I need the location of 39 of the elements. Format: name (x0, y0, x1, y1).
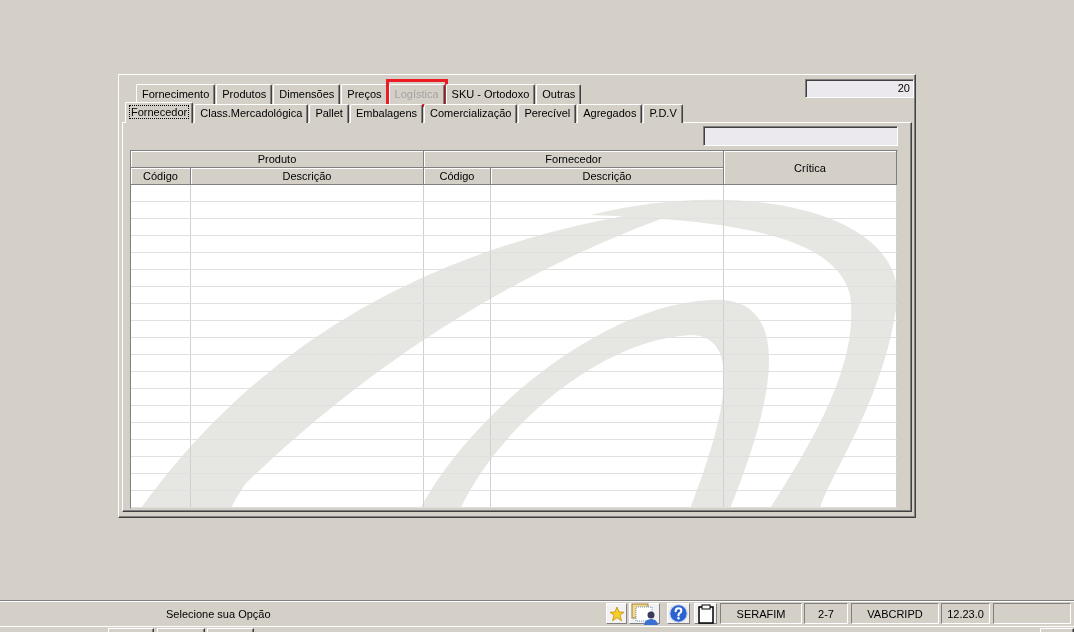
tab[interactable]: Preços (341, 84, 388, 104)
star-icon (608, 605, 625, 622)
tab[interactable]: Pallet (309, 104, 349, 123)
taskbar-button[interactable] (108, 628, 154, 632)
tab[interactable]: Class.Mercadológica (194, 104, 309, 123)
favorites-button[interactable] (606, 603, 627, 624)
tab[interactable]: Fornecedor (125, 102, 194, 123)
taskbar-button[interactable] (207, 628, 254, 632)
column-group-header: Fornecedor (424, 151, 724, 168)
tab[interactable]: Agregados (577, 104, 643, 123)
taskbar-button[interactable] (1040, 628, 1074, 632)
column-header[interactable]: Código (131, 168, 191, 185)
tab[interactable]: Outras (536, 84, 582, 104)
tab[interactable]: Perecível (518, 104, 577, 123)
tab[interactable]: Embalagens (349, 104, 424, 123)
tab[interactable]: Comercialização (424, 104, 518, 123)
column-header[interactable]: Descrição (191, 168, 424, 185)
status-field: VABCRIPD (851, 603, 939, 624)
column-group-header: Crítica (724, 151, 897, 185)
user-button[interactable] (629, 603, 660, 624)
tab[interactable]: Dimensões (273, 84, 341, 104)
record-count-field[interactable]: 20 (805, 79, 914, 98)
tab[interactable]: Fornecimento (136, 84, 216, 104)
clipboard-icon (697, 603, 714, 624)
tab[interactable]: Produtos (216, 84, 273, 104)
status-field: 12.23.0 (941, 603, 990, 624)
clipboard-button[interactable] (694, 603, 717, 624)
status-message: Selecione sua Opção (166, 608, 271, 620)
column-header[interactable]: Descrição (491, 168, 724, 185)
status-field: 2-7 (804, 603, 848, 624)
tab[interactable]: SKU - Ortodoxo (445, 84, 536, 104)
help-button[interactable] (667, 603, 690, 624)
help-icon (669, 604, 688, 623)
taskbar-button[interactable] (157, 628, 205, 632)
column-header[interactable]: Código (424, 168, 491, 185)
column-group-header: Produto (131, 151, 424, 168)
filter-field[interactable] (703, 126, 898, 146)
status-field: SERAFIM (720, 603, 802, 624)
tab[interactable]: P.D.V (643, 104, 683, 123)
